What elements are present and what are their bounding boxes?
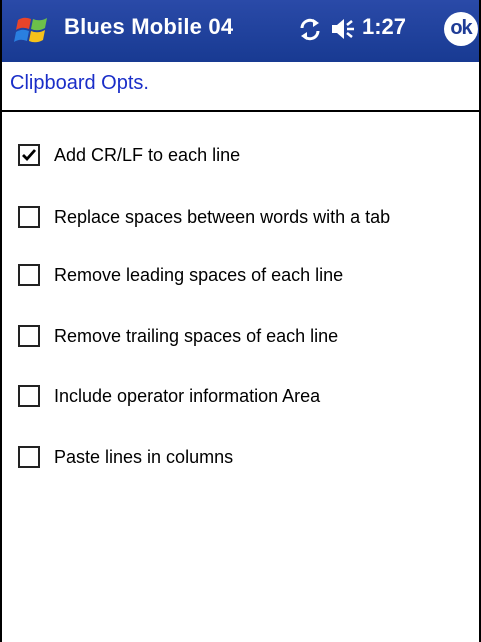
checkbox[interactable] — [18, 264, 40, 286]
option-remove-leading[interactable]: Remove leading spaces of each line — [18, 260, 343, 290]
checkbox[interactable] — [18, 385, 40, 407]
windows-flag-icon[interactable] — [12, 12, 52, 48]
option-paste-columns[interactable]: Paste lines in columns — [18, 442, 233, 472]
option-label: Remove leading spaces of each line — [54, 264, 344, 285]
option-label: Replace spaces between words with a tab — [54, 206, 391, 227]
checkbox[interactable] — [18, 446, 40, 468]
clock[interactable]: 1:27 — [362, 14, 406, 40]
speaker-icon[interactable] — [330, 17, 358, 41]
option-label: Add CR/LF to each line — [54, 144, 241, 165]
page-title: Clipboard Opts. — [10, 72, 149, 94]
app-title: Blues Mobile 04 — [64, 14, 234, 39]
sync-icon[interactable] — [297, 16, 323, 42]
pocket-pc-screen: Blues Mobile 04 1:27 ok Clipboard Opts. — [0, 0, 481, 642]
checkbox[interactable] — [18, 206, 40, 228]
checkbox[interactable] — [18, 325, 40, 347]
header-divider — [2, 110, 479, 112]
option-label: Paste lines in columns — [54, 446, 234, 467]
option-replace-spaces[interactable]: Replace spaces between words with a tab — [18, 202, 390, 232]
option-add-crlf[interactable]: Add CR/LF to each line — [18, 140, 240, 170]
checkbox[interactable] — [18, 144, 40, 166]
title-bar: Blues Mobile 04 1:27 ok — [2, 0, 479, 62]
option-label: Remove trailing spaces of each line — [54, 325, 339, 346]
ok-button[interactable]: ok — [444, 12, 478, 46]
option-label: Include operator information Area — [54, 385, 321, 406]
option-include-operator[interactable]: Include operator information Area — [18, 381, 320, 411]
option-remove-trailing[interactable]: Remove trailing spaces of each line — [18, 321, 338, 351]
